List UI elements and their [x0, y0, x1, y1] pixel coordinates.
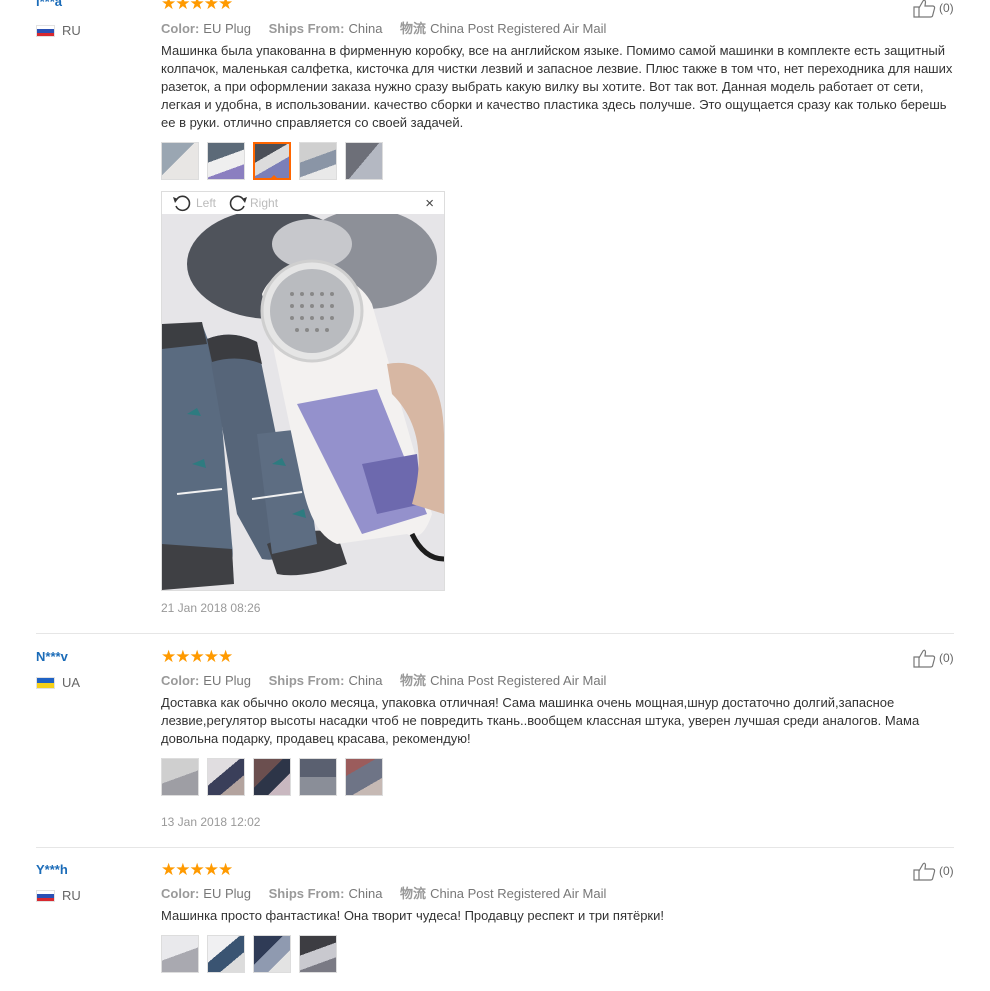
shipping-value: China Post Registered Air Mail: [430, 886, 607, 901]
review-date: 21 Jan 2018 08:26: [161, 601, 261, 615]
rating-stars: ★★★★★: [161, 0, 233, 13]
rating-stars: ★★★★★: [161, 647, 233, 666]
review-photos: [161, 935, 337, 973]
photo-thumbnail[interactable]: [207, 935, 245, 973]
ships-from-label: Ships From:: [268, 673, 345, 688]
helpful-button[interactable]: (0): [913, 861, 954, 881]
rotate-right-icon: [229, 195, 248, 212]
color-value: EU Plug: [203, 21, 251, 36]
photo-thumbnail[interactable]: [299, 758, 337, 796]
reviewer-country: UA: [36, 675, 80, 690]
rotate-left-button[interactable]: Left: [172, 194, 216, 212]
color-label: Color:: [161, 673, 200, 688]
photo-thumbnail[interactable]: [161, 758, 199, 796]
review-attributes: Color: EU Plug Ships From: China 物流 China P…: [161, 18, 620, 37]
photo-thumbnail[interactable]: [161, 142, 199, 180]
flag-ua-icon: [36, 676, 55, 689]
country-code: UA: [62, 675, 81, 690]
ships-from-value: China: [348, 886, 383, 901]
photo-thumbnail[interactable]: [299, 935, 337, 973]
photo-thumbnail[interactable]: [345, 142, 383, 180]
review-photo-large: [162, 214, 444, 590]
review-text: Доставка как обычно около месяца, упаков…: [161, 695, 920, 746]
shipping-label: 物流: [400, 886, 427, 901]
review-divider: [36, 847, 954, 848]
photo-thumbnail-selected[interactable]: [253, 142, 291, 180]
review-attributes: Color: EU Plug Ships From: China 物流 China P…: [161, 883, 620, 902]
helpful-button[interactable]: (0): [913, 0, 954, 18]
shipping-value: China Post Registered Air Mail: [430, 673, 607, 688]
helpful-count: (0): [939, 864, 954, 878]
color-value: EU Plug: [203, 673, 251, 688]
flag-ru-icon: [36, 24, 55, 37]
photo-thumbnail[interactable]: [207, 758, 245, 796]
product-photo: [162, 214, 444, 590]
close-viewer-button[interactable]: ×: [425, 195, 434, 212]
ships-from-value: China: [348, 21, 383, 36]
reviewer-country: RU: [36, 23, 81, 38]
shipping-value: China Post Registered Air Mail: [430, 21, 607, 36]
reviewer-country: RU: [36, 888, 81, 903]
photo-thumbnail[interactable]: [253, 758, 291, 796]
review-photos: [161, 758, 383, 796]
ships-from-label: Ships From:: [268, 886, 345, 901]
photo-thumbnail[interactable]: [161, 935, 199, 973]
color-label: Color:: [161, 886, 200, 901]
rotate-right-label: Right: [250, 196, 279, 210]
shipping-label: 物流: [400, 673, 427, 688]
ships-from-label: Ships From:: [268, 21, 345, 36]
color-label: Color:: [161, 21, 200, 36]
helpful-count: (0): [939, 1, 954, 15]
review-attributes: Color: EU Plug Ships From: China 物流 China P…: [161, 670, 620, 689]
thumbs-up-icon: [913, 649, 936, 668]
rotate-right-button[interactable]: Right: [226, 194, 278, 212]
photo-viewer: Left Right ×: [161, 191, 445, 591]
photo-thumbnail[interactable]: [207, 142, 245, 180]
ships-from-value: China: [348, 673, 383, 688]
country-code: RU: [62, 888, 81, 903]
review-photos: [161, 142, 383, 180]
photo-thumbnail[interactable]: [345, 758, 383, 796]
review-text: Машинка просто фантастика! Она творит чу…: [161, 908, 664, 923]
rotate-left-icon: [173, 195, 191, 212]
thumbs-up-icon: [913, 862, 936, 881]
photo-thumbnail[interactable]: [253, 935, 291, 973]
rotate-left-label: Left: [196, 196, 217, 210]
photo-thumbnail[interactable]: [299, 142, 337, 180]
thumbs-up-icon: [913, 0, 936, 18]
helpful-count: (0): [939, 651, 954, 665]
color-value: EU Plug: [203, 886, 251, 901]
flag-ru-icon: [36, 889, 55, 902]
reviewer-name[interactable]: N***v: [36, 649, 68, 664]
rating-stars: ★★★★★: [161, 860, 233, 879]
shipping-label: 物流: [400, 21, 427, 36]
reviewer-name[interactable]: l***a: [36, 0, 62, 9]
reviewer-name[interactable]: Y***h: [36, 862, 68, 877]
review-divider: [36, 633, 954, 634]
review-date: 13 Jan 2018 12:02: [161, 815, 261, 829]
helpful-button[interactable]: (0): [913, 648, 954, 668]
viewer-toolbar: Left Right ×: [162, 192, 444, 214]
review-text: Машинка была упакованна в фирменную коро…: [161, 43, 953, 130]
country-code: RU: [62, 23, 81, 38]
